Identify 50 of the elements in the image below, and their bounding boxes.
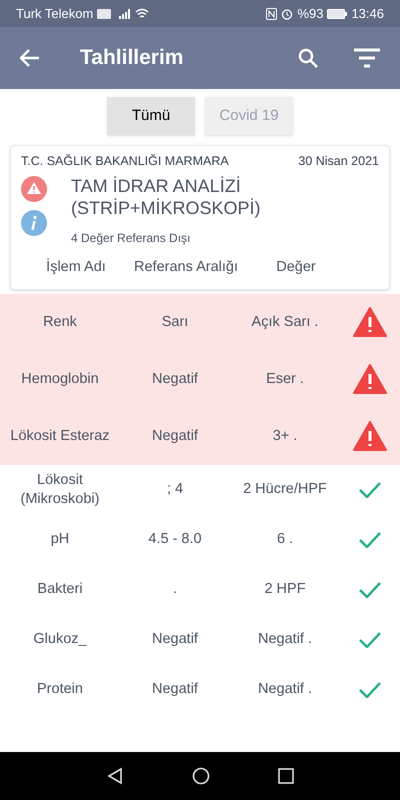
test-name: Bakteri: [36, 580, 84, 599]
test-title: TAM İDRAR ANALİZİ (STRİP+MİKROSKOPİ): [71, 174, 262, 219]
reference-range: Negatif: [151, 680, 199, 699]
test-name: pH: [50, 530, 70, 549]
column-header: Referans Aralığı: [133, 258, 239, 277]
battery-icon: [327, 8, 348, 18]
back-arrow-icon[interactable]: [20, 49, 40, 67]
reference-range: .: [172, 580, 178, 599]
battery-percent: %93: [297, 4, 324, 23]
wifi-icon: [135, 8, 150, 19]
result-value: Negatif .: [257, 630, 313, 649]
screen-title: Tahlillerim: [80, 45, 184, 72]
institution-name: T.C. SAĞLIK BAKANLIĞI MARMARA: [21, 153, 229, 170]
reference-range: Negatif: [151, 630, 199, 649]
result-value: 6 .: [276, 530, 294, 549]
info-icon: [21, 210, 47, 236]
result-value: 2 Hücre/HPF: [242, 480, 328, 499]
filter-icon[interactable]: [354, 48, 380, 68]
test-name: Renk: [42, 312, 78, 332]
reference-range: ; 4: [166, 480, 184, 499]
recents-nav-icon[interactable]: [278, 768, 294, 784]
report-date: 30 Nisan 2021: [298, 153, 379, 170]
nfc-icon: [266, 8, 278, 20]
reference-range: Negatif: [151, 426, 199, 446]
result-value: Negatif .: [257, 680, 313, 699]
column-header: Değer: [275, 258, 317, 277]
test-name: Protein: [36, 680, 84, 699]
reference-range: 4.5 - 8.0: [147, 530, 203, 549]
warning-icon: [21, 176, 47, 202]
column-header: İşlem Adı: [45, 257, 107, 277]
result-value: Eser .: [265, 370, 305, 388]
signal-icon: [119, 8, 132, 18]
alarm-icon: [281, 8, 294, 20]
result-value: 2 HPF: [263, 580, 307, 599]
clock: 13:46: [351, 4, 384, 23]
test-name: Glukoz_: [32, 630, 88, 649]
search-icon[interactable]: [298, 48, 318, 68]
reference-range: Negatif: [151, 370, 199, 388]
back-nav-icon[interactable]: [106, 767, 124, 785]
hd-icon: [97, 8, 112, 18]
out-of-range-summary: 4 Değer Referans Dışı: [71, 230, 192, 247]
reference-range: Sarı: [160, 312, 190, 332]
result-value: 3+ .: [272, 426, 298, 446]
test-name: Hemoglobin: [20, 370, 100, 388]
home-nav-icon[interactable]: [192, 767, 210, 785]
carrier-name: Turk Telekom: [16, 4, 94, 23]
result-value: Açık Sarı .: [250, 312, 320, 332]
test-name: Lökosit (Mikroskobi): [20, 470, 100, 508]
test-name: Lökosit Esteraz: [9, 426, 111, 446]
filter-tab[interactable]: Tümü: [107, 97, 195, 135]
